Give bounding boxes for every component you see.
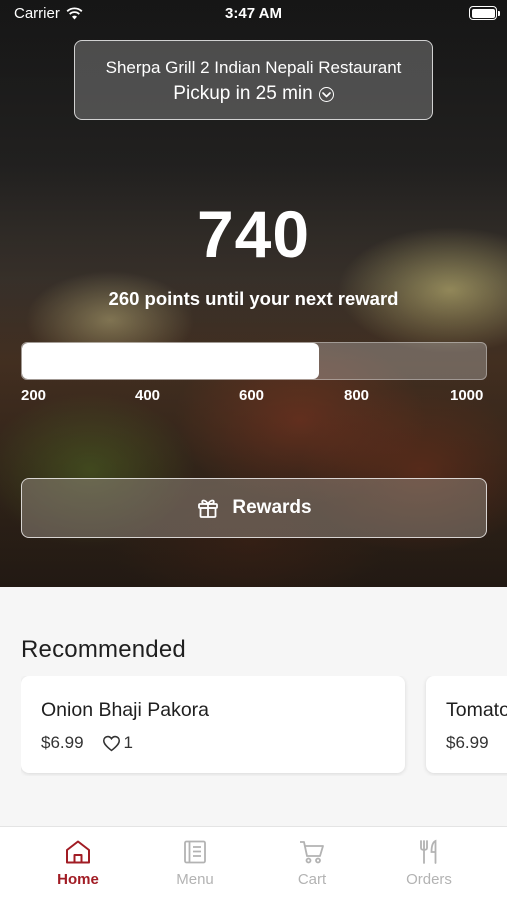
progress-tick-200: 200	[21, 387, 47, 404]
item-price: $6.99	[446, 733, 489, 752]
tab-menu[interactable]: Menu	[150, 839, 240, 897]
item-likes[interactable]: 1	[102, 733, 133, 753]
item-price: $6.99	[41, 733, 84, 752]
tab-orders-label: Orders	[406, 871, 452, 888]
store-selector-button[interactable]: Sherpa Grill 2 Indian Nepali Restaurant …	[74, 40, 433, 120]
progress-tick-400: 400	[135, 387, 161, 404]
tab-home-label: Home	[57, 871, 99, 888]
recommended-item-card[interactable]: Onion Bhaji Pakora $6.99 1	[21, 676, 405, 773]
tab-orders[interactable]: Orders	[384, 839, 474, 897]
rewards-progress-bar	[21, 342, 487, 380]
progress-tick-1000: 1000	[450, 387, 484, 404]
gift-icon	[198, 499, 219, 518]
points-caption: 260 points until your next reward	[108, 288, 399, 309]
item-meta: $6.99	[446, 733, 489, 753]
points-value: 740	[196, 197, 311, 271]
progress-tick-600: 600	[239, 387, 265, 404]
recommended-item-card[interactable]: Tomato $6.99	[426, 676, 507, 773]
tab-cart[interactable]: Cart	[267, 839, 357, 897]
heart-icon[interactable]	[102, 735, 121, 752]
pickup-time: Pickup in 25 min	[75, 83, 432, 105]
menu-book-icon	[184, 840, 206, 864]
fork-knife-icon	[420, 839, 437, 864]
item-name: Onion Bhaji Pakora	[41, 699, 210, 721]
home-icon	[66, 840, 90, 864]
hero-banner: Carrier 3:47 AM Sherpa Grill 2 Indian Ne…	[0, 0, 507, 587]
battery-icon	[469, 6, 500, 20]
tab-menu-label: Menu	[176, 871, 214, 888]
bottom-tab-bar: Home Menu Cart Orders	[0, 826, 507, 900]
tab-home[interactable]: Home	[33, 839, 123, 897]
pickup-label: Pickup in 25 min	[173, 83, 313, 104]
store-name: Sherpa Grill 2 Indian Nepali Restaurant	[105, 58, 402, 77]
rewards-button-label: Rewards	[232, 497, 312, 518]
chevron-down-circle-icon	[318, 87, 334, 102]
recommended-title: Recommended	[21, 636, 186, 663]
tab-cart-label: Cart	[297, 871, 327, 888]
rewards-progress-fill	[22, 343, 319, 379]
clock: 3:47 AM	[225, 5, 282, 22]
item-meta: $6.99 1	[41, 733, 133, 753]
item-likes-count: 1	[123, 733, 134, 752]
progress-tick-800: 800	[344, 387, 370, 404]
cart-icon	[300, 841, 324, 864]
recommended-list[interactable]: Onion Bhaji Pakora $6.99 1 Tomato $6.99	[21, 676, 507, 776]
rewards-button[interactable]: Rewards	[21, 478, 487, 538]
item-name: Tomato	[446, 699, 507, 721]
status-bar: Carrier 3:47 AM	[0, 0, 507, 28]
